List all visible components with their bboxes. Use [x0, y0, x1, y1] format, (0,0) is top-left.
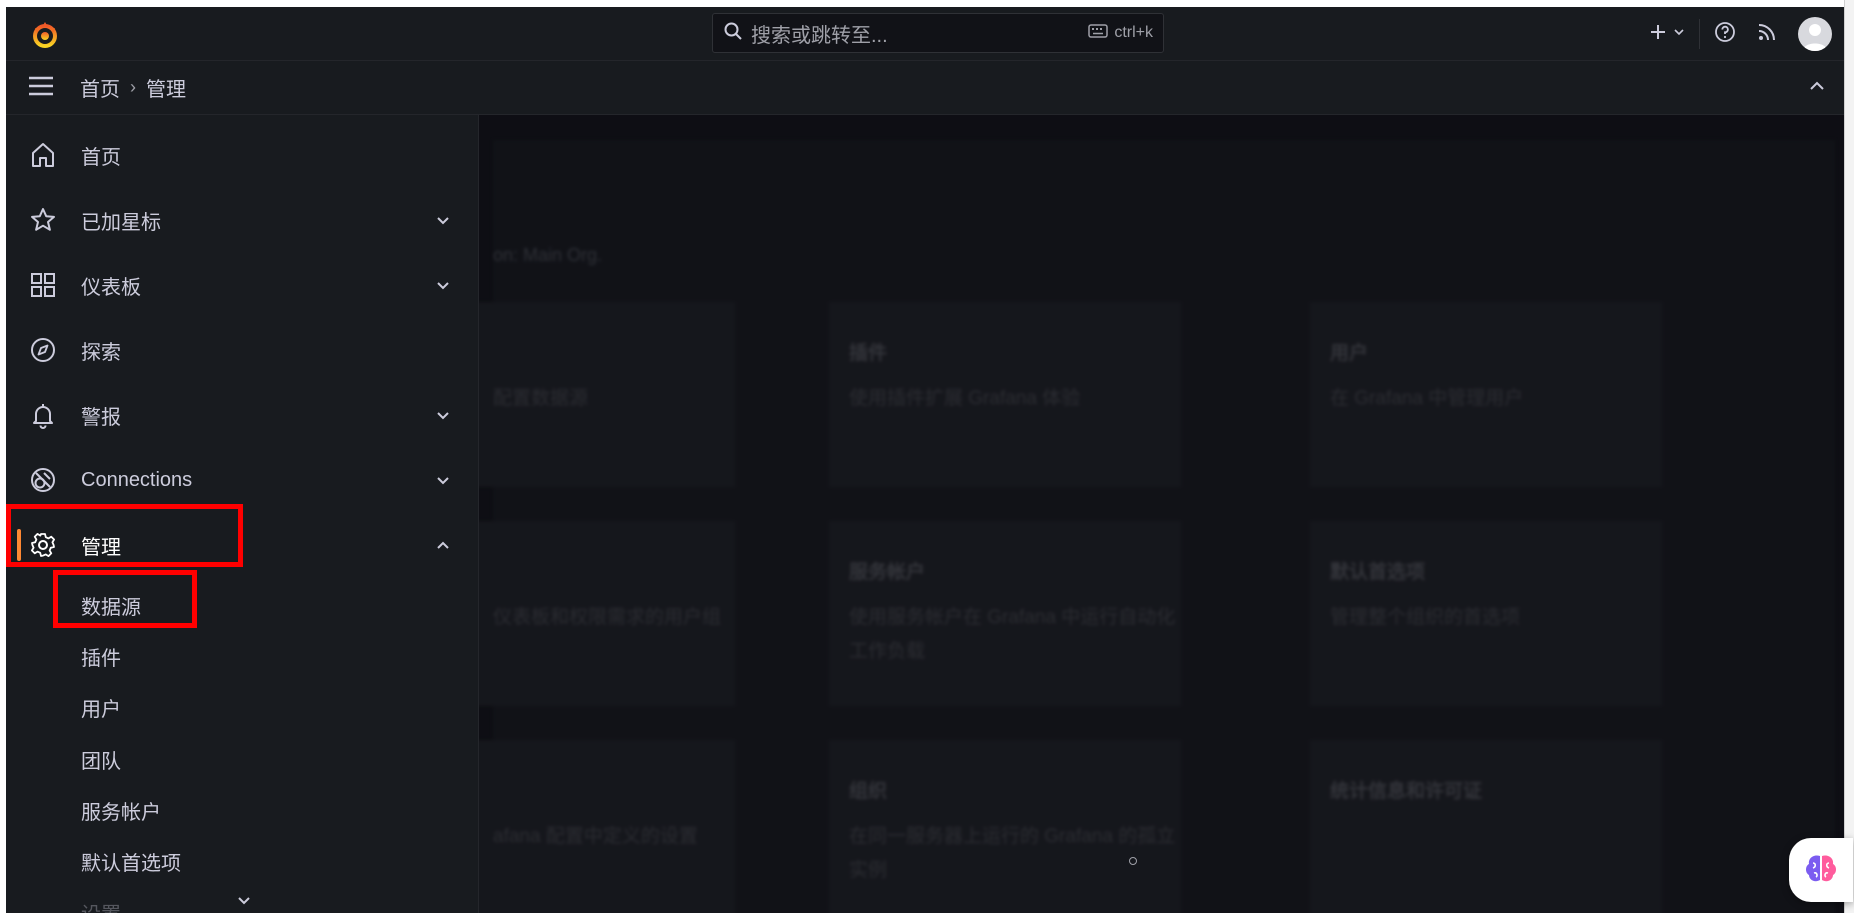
sidebar-subitem-teams[interactable]: 团队 [81, 745, 121, 774]
help-button[interactable] [1714, 21, 1736, 48]
sidebar-subitem-users[interactable]: 用户 [81, 693, 121, 722]
help-icon [1714, 21, 1736, 48]
sidebar-item-label: 仪表板 [81, 276, 141, 299]
highlight-box-data-sources [53, 570, 197, 628]
sidebar-item-explore[interactable]: 探索 [6, 322, 478, 378]
sidebar-item-home[interactable]: 首页 [6, 127, 478, 183]
new-button[interactable] [1649, 23, 1685, 46]
avatar[interactable] [1798, 17, 1832, 51]
sidebar-item-starred[interactable]: 已加星标 [6, 192, 478, 248]
topbar-actions [1649, 17, 1844, 51]
sidebar-subitem-plugins[interactable]: 插件 [81, 642, 121, 671]
topbar-divider [1699, 19, 1700, 49]
collapse-header-button[interactable] [1804, 75, 1830, 101]
assistant-float-button[interactable] [1789, 838, 1853, 902]
breadcrumb-bar: 首页 › 管理 [6, 61, 1844, 115]
connections-icon [27, 464, 59, 496]
chevron-down-icon [1673, 25, 1685, 43]
shortcut-text: ctrl+k [1114, 24, 1153, 41]
chevron-up-icon [1808, 77, 1826, 100]
keyboard-icon [1088, 23, 1109, 43]
chevron-down-icon[interactable] [432, 404, 454, 426]
home-icon [27, 139, 59, 171]
breadcrumb-current: 管理 [146, 79, 186, 101]
apps-icon [27, 269, 59, 301]
shortcut-hint: ctrl+k [1088, 23, 1153, 43]
menu-toggle-button[interactable] [26, 73, 56, 103]
sidebar-item-label: Connections [81, 468, 193, 491]
brain-icon [1802, 849, 1840, 892]
breadcrumb-home[interactable]: 首页 [80, 73, 120, 102]
adjacent-window-edge [1844, 0, 1854, 913]
scroll-down-chevron-icon[interactable] [234, 893, 254, 909]
sidebar-item-label: 已加星标 [81, 211, 161, 234]
plus-icon [1649, 23, 1667, 46]
chevron-up-icon[interactable] [432, 534, 454, 556]
bell-icon [27, 399, 59, 431]
main-content: on: Main Org. 配置数据源 插件 使用插件扩展 Grafana 体验… [383, 115, 1844, 913]
chevron-down-icon[interactable] [432, 274, 454, 296]
hamburger-icon [27, 75, 55, 102]
sidebar-item-label: 探索 [81, 341, 121, 364]
window-top-edge [0, 0, 1854, 7]
overlay-dim [479, 115, 1844, 913]
search-bar[interactable]: 搜索或跳转至... ctrl+k [712, 13, 1164, 53]
search-placeholder: 搜索或跳转至... [751, 24, 888, 47]
search-icon [723, 21, 743, 46]
grafana-app: 搜索或跳转至... ctrl+k 首页 › 管理 on: Main Org. 配… [6, 7, 1844, 913]
sidebar-item-alerting[interactable]: 警报 [6, 387, 478, 443]
grafana-logo-icon[interactable] [29, 19, 61, 51]
rss-icon [1756, 21, 1778, 48]
sidebar-item-connections[interactable]: Connections [6, 452, 478, 508]
compass-icon [27, 334, 59, 366]
chevron-down-icon[interactable] [432, 209, 454, 231]
sidebar-item-label: 首页 [81, 146, 121, 169]
breadcrumb: 首页 › 管理 [80, 61, 186, 114]
sidebar-nav: 首页 已加星标 仪表板 探索 警报 Connections 管理 数据源 插件 … [6, 115, 479, 913]
mouse-cursor [1129, 857, 1137, 865]
sidebar-item-label: 警报 [81, 406, 121, 429]
sidebar-subitem-default-preferences[interactable]: 默认首选项 [81, 847, 181, 876]
breadcrumb-separator: › [130, 77, 136, 97]
chevron-down-icon[interactable] [432, 469, 454, 491]
star-icon [27, 204, 59, 236]
sidebar-item-dashboards[interactable]: 仪表板 [6, 257, 478, 313]
news-button[interactable] [1756, 21, 1778, 48]
top-bar: 搜索或跳转至... ctrl+k [6, 7, 1844, 61]
sidebar-subitem-settings[interactable]: 设置 [81, 898, 121, 913]
sidebar-subitem-service-accounts[interactable]: 服务帐户 [81, 796, 161, 825]
highlight-box-administration [6, 504, 243, 567]
